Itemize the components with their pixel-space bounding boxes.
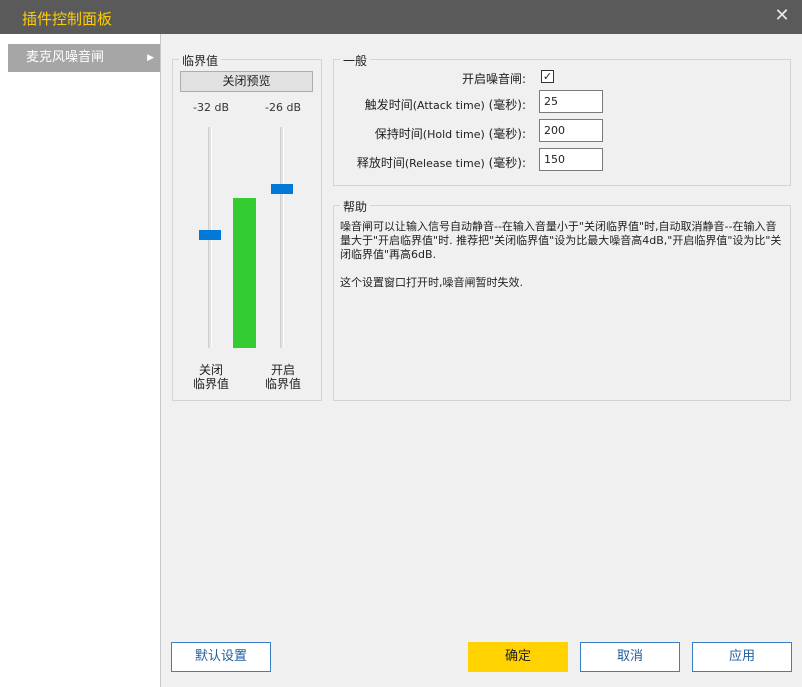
- hold-time-label-unit: (毫秒):: [484, 127, 526, 141]
- close-threshold-label: 关闭 临界值: [186, 363, 236, 391]
- window-title: 插件控制面板: [22, 10, 113, 28]
- threshold-legend: 临界值: [179, 52, 222, 69]
- close-preview-button[interactable]: 关闭预览: [180, 71, 313, 92]
- release-time-input[interactable]: 150: [539, 148, 603, 171]
- close-threshold-slider-thumb[interactable]: [199, 230, 221, 241]
- input-level-meter: [233, 197, 256, 348]
- ok-button[interactable]: 确定: [468, 642, 568, 672]
- close-icon[interactable]: ✕: [772, 6, 792, 26]
- hold-time-input[interactable]: 200: [539, 119, 603, 142]
- help-paragraph: 这个设置窗口打开时,噪音闸暂时失效.: [340, 276, 523, 289]
- release-time-label: 释放时间(Release time) (毫秒):: [357, 154, 526, 171]
- check-icon: ✓: [542, 70, 553, 83]
- hold-time-label: 保持时间(Hold time) (毫秒):: [375, 125, 526, 142]
- close-threshold-label-line2: 临界值: [192, 377, 229, 391]
- default-settings-button[interactable]: 默认设置: [171, 642, 271, 672]
- sidebar-item-label: 麦克风噪音闸: [26, 50, 105, 65]
- attack-time-label-cn: 触发时间: [364, 98, 413, 112]
- hold-time-label-cn: 保持时间: [374, 127, 423, 141]
- close-threshold-label-line1: 关闭: [198, 363, 223, 377]
- open-threshold-label-line2: 临界值: [264, 377, 301, 391]
- open-threshold-slider-thumb[interactable]: [271, 183, 293, 194]
- attack-time-label-en: (Attack time): [412, 99, 485, 112]
- enable-noise-gate-checkbox[interactable]: ✓: [541, 70, 554, 83]
- cancel-button[interactable]: 取消: [580, 642, 680, 672]
- attack-time-input[interactable]: 25: [539, 90, 603, 113]
- attack-time-label: 触发时间(Attack time) (毫秒):: [365, 96, 526, 113]
- help-legend: 帮助: [340, 198, 371, 215]
- chevron-right-icon: ▶: [147, 53, 154, 63]
- release-time-label-unit: (毫秒):: [484, 156, 526, 170]
- attack-time-label-unit: (毫秒):: [484, 98, 526, 112]
- open-threshold-track[interactable]: [280, 127, 284, 348]
- enable-noise-gate-label: 开启噪音闸:: [461, 72, 526, 86]
- general-group: 一般 开启噪音闸: ✓ 触发时间(Attack time) (毫秒): 25 保…: [333, 52, 791, 186]
- sidebar: 麦克风噪音闸 ▶: [0, 34, 161, 687]
- general-legend: 一般: [340, 52, 371, 69]
- close-threshold-db: -32 dB: [193, 101, 229, 114]
- help-paragraph: 噪音闸可以让输入信号自动静音--在输入音量小于"关闭临界值"时,自动取消静音--…: [340, 220, 782, 261]
- open-threshold-db: -26 dB: [265, 101, 301, 114]
- title-bar: 插件控制面板 ✕: [0, 0, 802, 34]
- help-group: 帮助 噪音闸可以让输入信号自动静音--在输入音量小于"关闭临界值"时,自动取消静…: [333, 198, 791, 401]
- open-threshold-label: 开启 临界值: [258, 363, 308, 391]
- release-time-label-cn: 释放时间: [356, 156, 405, 170]
- sidebar-item-mic-noise-gate[interactable]: 麦克风噪音闸 ▶: [8, 44, 160, 72]
- threshold-group: 临界值 关闭预览 -32 dB -26 dB 关闭 临界值 开启 临界值: [172, 52, 322, 401]
- open-threshold-label-line1: 开启: [270, 363, 295, 377]
- hold-time-label-en: (Hold time): [422, 128, 485, 141]
- release-time-label-en: (Release time): [404, 157, 485, 170]
- apply-button[interactable]: 应用: [692, 642, 792, 672]
- help-text: 噪音闸可以让输入信号自动静音--在输入音量小于"关闭临界值"时,自动取消静音--…: [340, 220, 786, 290]
